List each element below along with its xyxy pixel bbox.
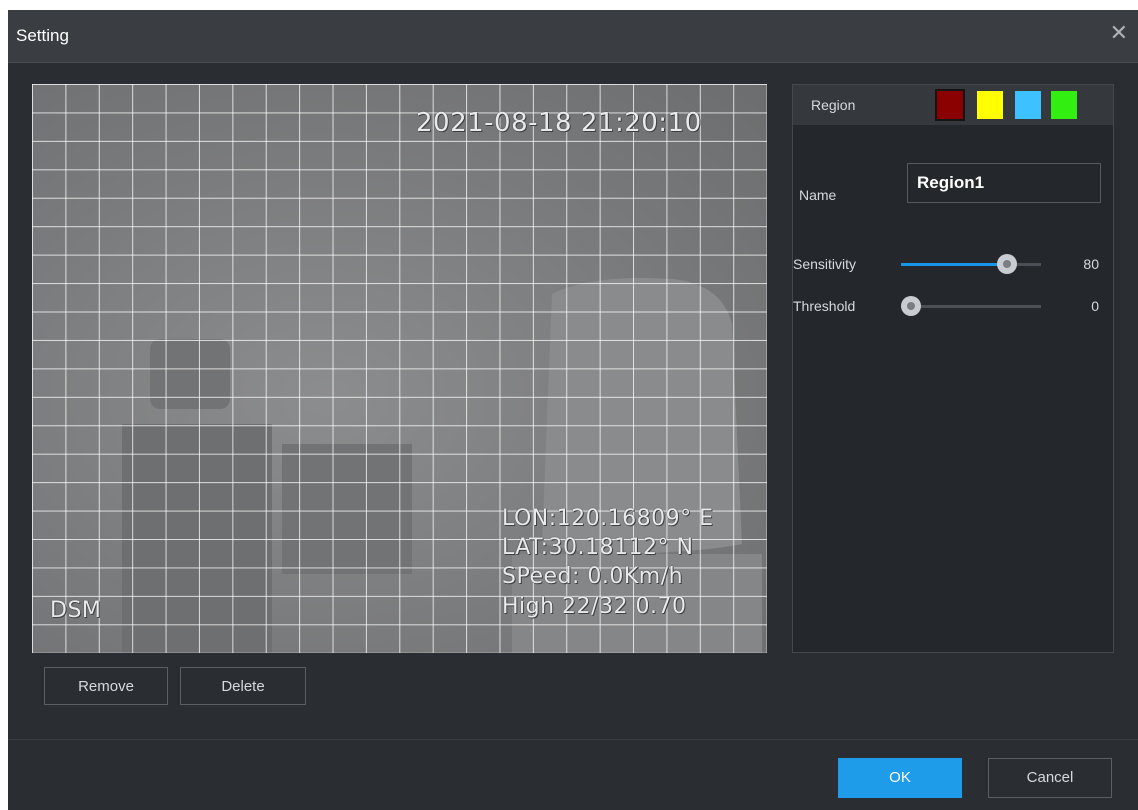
sensitivity-value: 80 <box>1083 256 1099 272</box>
osd-timestamp: 2021-08-18 21:20:10 <box>416 108 702 138</box>
region-name-input[interactable] <box>907 163 1101 203</box>
region-settings-panel: Region Name Sensitivity 80 Threshold 0 <box>792 84 1114 653</box>
sensitivity-label: Sensitivity <box>793 256 857 272</box>
close-icon[interactable]: ✕ <box>1110 22 1128 44</box>
threshold-slider-handle[interactable] <box>901 296 921 316</box>
osd-latitude: LAT:30.18112° N <box>502 535 694 560</box>
setting-dialog: Setting ✕ 2021-08-18 21:20:10 LON:120.16… <box>8 10 1138 810</box>
region-swatch-1[interactable] <box>935 89 965 121</box>
threshold-slider[interactable] <box>901 296 1041 316</box>
ok-button[interactable]: OK <box>838 758 962 798</box>
sensitivity-slider-fill <box>901 263 1007 266</box>
footer-divider <box>8 739 1138 740</box>
cancel-button[interactable]: Cancel <box>988 758 1112 798</box>
sensitivity-slider-handle[interactable] <box>997 254 1017 274</box>
osd-high: High 22/32 0.70 <box>502 594 687 619</box>
name-label: Name <box>799 187 837 203</box>
region-label: Region <box>811 97 856 113</box>
threshold-label: Threshold <box>793 298 856 314</box>
video-preview[interactable]: 2021-08-18 21:20:10 LON:120.16809° E LAT… <box>32 84 767 653</box>
osd-channel-label: DSM <box>50 598 102 623</box>
delete-button[interactable]: Delete <box>180 667 306 705</box>
region-swatch-2[interactable] <box>977 91 1003 119</box>
remove-button[interactable]: Remove <box>44 667 168 705</box>
region-swatch-3[interactable] <box>1015 91 1041 119</box>
region-selector-bar: Region <box>793 85 1113 125</box>
sensitivity-slider[interactable] <box>901 254 1041 274</box>
osd-speed: SPeed: 0.0Km/h <box>502 564 684 589</box>
threshold-value: 0 <box>1091 298 1099 314</box>
dialog-titlebar: Setting ✕ <box>8 10 1138 63</box>
dialog-title: Setting <box>16 26 69 45</box>
osd-longitude: LON:120.16809° E <box>502 506 714 531</box>
region-swatch-4[interactable] <box>1051 91 1077 119</box>
